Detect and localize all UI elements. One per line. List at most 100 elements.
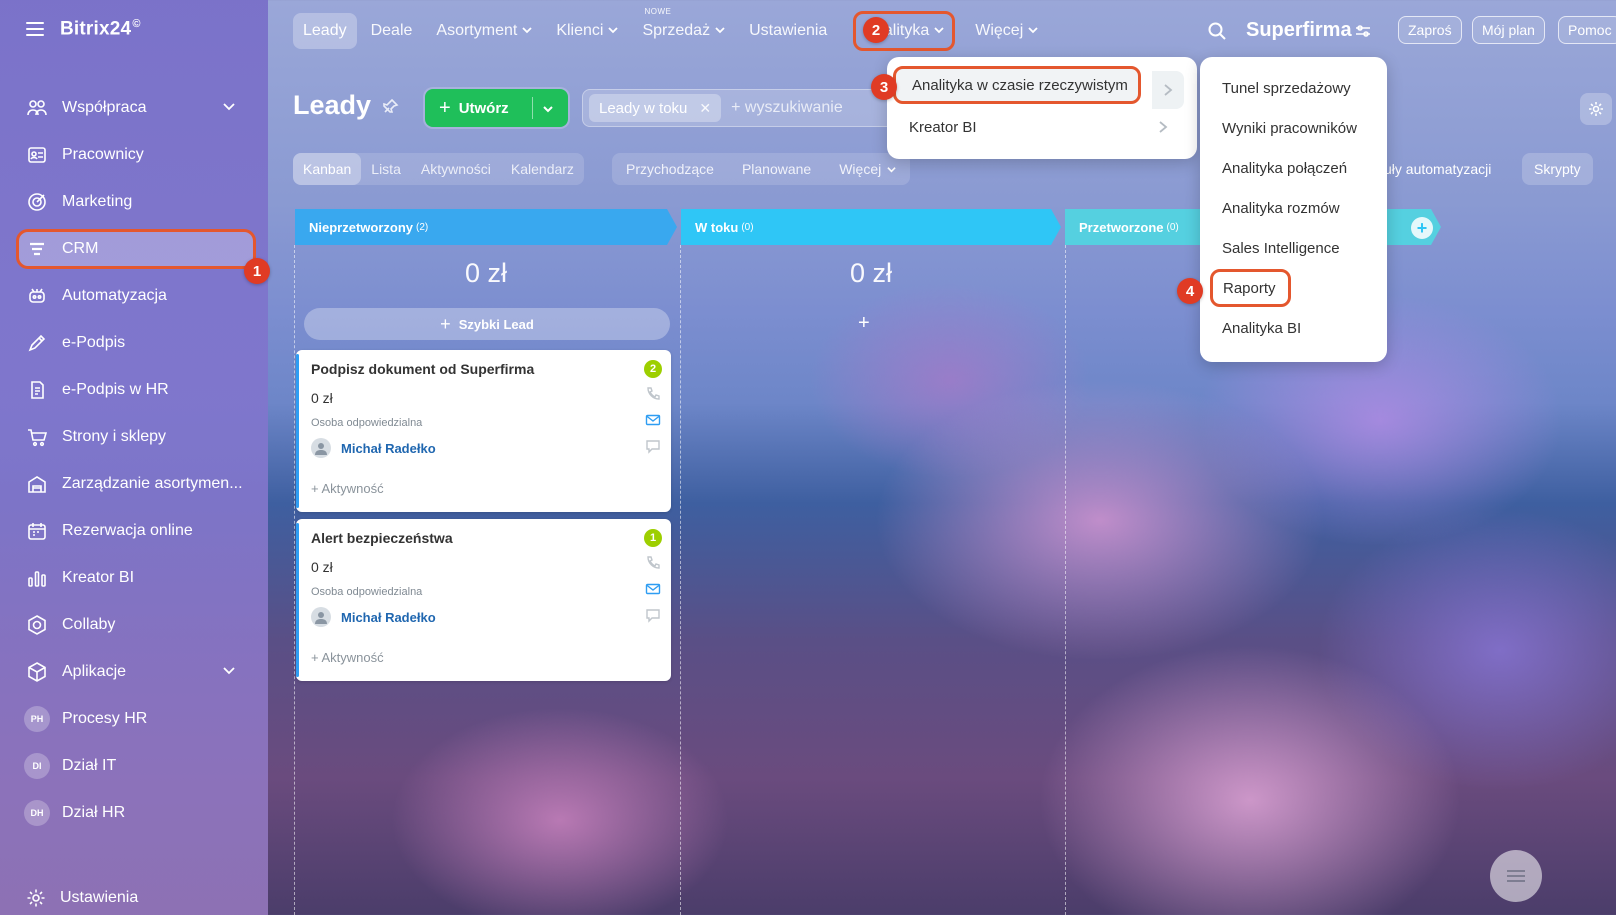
close-icon[interactable]: ✕ xyxy=(699,100,711,117)
group-avatar: PH xyxy=(24,705,50,732)
chevron-down-icon[interactable] xyxy=(222,99,236,118)
tab-sprzedaz[interactable]: NOWE Sprzedaż xyxy=(632,7,735,49)
menu-item-kreator-bi[interactable]: Kreator BI xyxy=(893,108,1173,146)
card-amount: 0 zł xyxy=(311,390,333,406)
group-avatar: DI xyxy=(24,752,50,779)
filter-chip[interactable]: Leady w toku ✕ xyxy=(589,94,722,122)
search-icon[interactable] xyxy=(1207,21,1227,46)
sidebar-item-label: Dział IT xyxy=(62,756,117,774)
lead-card[interactable]: Alert bezpieczeństwa 1 0 zł Osoba odpowi… xyxy=(296,519,671,681)
calendar-icon xyxy=(26,520,48,542)
brand-logo[interactable]: Bitrix24© xyxy=(60,18,141,40)
column-divider xyxy=(294,245,295,915)
employees-icon xyxy=(26,144,48,166)
quick-lead-button[interactable]: + Szybki Lead xyxy=(304,308,670,340)
divider xyxy=(532,97,533,119)
sidebar-item-e-podpis-hr[interactable]: e-Podpis w HR xyxy=(0,366,268,413)
search-input[interactable]: + wyszukiwanie xyxy=(731,99,843,117)
tab-klienci[interactable]: Klienci xyxy=(546,13,628,49)
sidebar-item-rezerwacja[interactable]: Rezerwacja online xyxy=(0,507,268,554)
tab-deale[interactable]: Deale xyxy=(361,13,423,49)
responsible-user[interactable]: Michał Radełko xyxy=(311,607,436,627)
gear-icon xyxy=(27,889,45,907)
mail-icon[interactable] xyxy=(645,581,661,602)
page-title-text: Leady xyxy=(293,90,372,120)
submenu-item-wyniki-pracownikow[interactable]: Wyniki pracowników xyxy=(1222,113,1357,143)
tab-przychodzace[interactable]: Przychodzące xyxy=(612,153,728,185)
submenu-item-analityka-polaczen[interactable]: Analityka połączeń xyxy=(1222,153,1347,183)
create-label: Utwórz xyxy=(458,99,509,117)
chevron-down-icon[interactable] xyxy=(542,102,554,119)
responsible-user[interactable]: Michał Radełko xyxy=(311,438,436,458)
column-name: Nieprzetworzony xyxy=(309,219,414,235)
company-name[interactable]: Superfirma xyxy=(1246,19,1352,42)
add-activity-link[interactable]: + Aktywność xyxy=(311,481,384,496)
marketing-icon xyxy=(26,191,48,213)
tab-lista[interactable]: Lista xyxy=(361,153,411,185)
column-header[interactable]: Nieprzetworzony (2) xyxy=(295,209,677,245)
create-button[interactable]: + Utwórz xyxy=(425,89,568,127)
avatar xyxy=(311,438,331,458)
tab-leady[interactable]: Leady xyxy=(293,13,357,49)
sidebar-item-e-podpis[interactable]: e-Podpis xyxy=(0,319,268,366)
sidebar-item-label: Procesy HR xyxy=(62,709,148,727)
sidebar-item-crm[interactable]: CRM xyxy=(0,225,268,272)
search-filter[interactable]: Leady w toku ✕ + wyszukiwanie xyxy=(582,89,912,127)
phone-icon[interactable] xyxy=(645,555,661,576)
scripts-button[interactable]: Skrypty xyxy=(1522,153,1593,185)
sidebar-item-collaby[interactable]: Collaby xyxy=(0,601,268,648)
mail-icon[interactable] xyxy=(645,412,661,433)
automation-icon xyxy=(26,285,48,307)
submenu-item-sales-intelligence[interactable]: Sales Intelligence xyxy=(1222,233,1340,263)
card-title[interactable]: Podpisz dokument od Superfirma xyxy=(311,361,534,377)
submenu-item-raporty[interactable]: Raporty xyxy=(1210,269,1291,307)
add-column-icon[interactable]: + xyxy=(1411,217,1433,239)
add-activity-link[interactable]: + Aktywność xyxy=(311,650,384,665)
help-button[interactable]: Pomoc xyxy=(1558,16,1616,44)
sidebar-item-dzial-hr[interactable]: DH Dział HR xyxy=(0,789,268,836)
chevron-down-icon[interactable] xyxy=(222,663,236,682)
sidebar-item-aplikacje[interactable]: Aplikacje xyxy=(0,648,268,695)
phone-icon[interactable] xyxy=(645,386,661,407)
tab-ustawienia[interactable]: Ustawienia xyxy=(739,13,837,49)
sidebar-item-automatyzacja[interactable]: Automatyzacja xyxy=(0,272,268,319)
menu-burger-icon[interactable] xyxy=(26,22,44,37)
pin-icon[interactable] xyxy=(383,90,399,121)
tab-kalendarz[interactable]: Kalendarz xyxy=(501,153,584,185)
sidebar-item-marketing[interactable]: Marketing xyxy=(0,178,268,225)
chevron-down-icon xyxy=(715,22,725,40)
sidebar-item-strony-sklepy[interactable]: Strony i sklepy xyxy=(0,413,268,460)
menu-item-realtime-analytics[interactable]: Analityka w czasie rzeczywistym xyxy=(893,66,1141,104)
sidebar-item-procesy-hr[interactable]: PH Procesy HR xyxy=(0,695,268,742)
tab-planowane[interactable]: Planowane xyxy=(728,153,825,185)
sidebar-settings[interactable]: Ustawienia xyxy=(26,888,138,908)
feed-button[interactable] xyxy=(1490,850,1542,902)
submenu-item-tunel-sprzedazowy[interactable]: Tunel sprzedażowy xyxy=(1222,73,1351,103)
tab-asortyment[interactable]: Asortyment xyxy=(426,13,542,49)
chat-icon[interactable] xyxy=(645,438,661,459)
my-plan-button[interactable]: Mój plan xyxy=(1472,16,1545,44)
invite-button[interactable]: Zaproś xyxy=(1398,16,1462,44)
card-title[interactable]: Alert bezpieczeństwa xyxy=(311,530,453,546)
tab-wiecej[interactable]: Więcej xyxy=(965,13,1048,49)
list-icon xyxy=(1507,870,1525,882)
sidebar-item-wspolpraca[interactable]: Współpraca xyxy=(0,84,268,131)
apps-icon xyxy=(26,661,48,683)
lead-card[interactable]: Podpisz dokument od Superfirma 2 0 zł Os… xyxy=(296,350,671,512)
sidebar-item-asortyment[interactable]: Zarządzanie asortymen... xyxy=(0,460,268,507)
sidebar-item-kreator-bi[interactable]: Kreator BI xyxy=(0,554,268,601)
sidebar-item-label: Dział HR xyxy=(62,803,126,821)
settings-sliders-icon[interactable] xyxy=(1355,24,1371,43)
chat-icon[interactable] xyxy=(645,607,661,628)
sidebar-item-dzial-it[interactable]: DI Dział IT xyxy=(0,742,268,789)
submenu-item-analityka-rozmow[interactable]: Analityka rozmów xyxy=(1222,193,1340,223)
sidebar-item-label: Współpraca xyxy=(62,98,147,116)
add-lead-icon[interactable]: + xyxy=(858,312,870,335)
automation-rules-button[interactable]: uły automatyzacji xyxy=(1372,153,1503,185)
submenu-item-analityka-bi[interactable]: Analityka BI xyxy=(1222,313,1301,343)
tab-kanban[interactable]: Kanban xyxy=(293,153,362,185)
sidebar-item-pracownicy[interactable]: Pracownicy xyxy=(0,131,268,178)
view-settings-button[interactable] xyxy=(1580,93,1612,125)
column-header[interactable]: W toku (0) xyxy=(681,209,1061,245)
tab-aktywnosci[interactable]: Aktywności xyxy=(411,153,501,185)
